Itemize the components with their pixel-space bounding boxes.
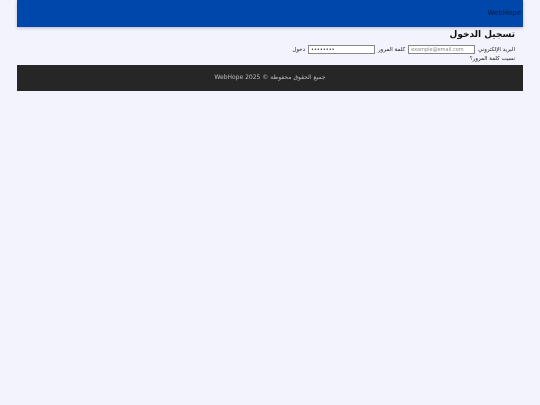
forgot-password-link[interactable]: نسيت كلمة المرور؟ [470, 56, 515, 62]
brand-name[interactable]: WebHope [487, 9, 521, 17]
login-title: تسجيل الدخول [449, 30, 515, 40]
login-submit-button[interactable]: دخول [292, 47, 305, 53]
email-field[interactable] [408, 45, 476, 54]
login-form: البريد الإلكتروني كلمة المرور دخول [292, 45, 515, 54]
page: WebHope تسجيل الدخول البريد الإلكتروني ك… [0, 0, 540, 405]
copyright-text: جميع الحقوق محفوظة © 2025 WebHope [214, 74, 326, 81]
password-field[interactable] [308, 45, 376, 54]
email-label: البريد الإلكتروني [478, 46, 515, 53]
site-header: WebHope [17, 0, 523, 27]
site-footer: جميع الحقوق محفوظة © 2025 WebHope [17, 65, 523, 91]
password-label: كلمة المرور [378, 46, 406, 53]
